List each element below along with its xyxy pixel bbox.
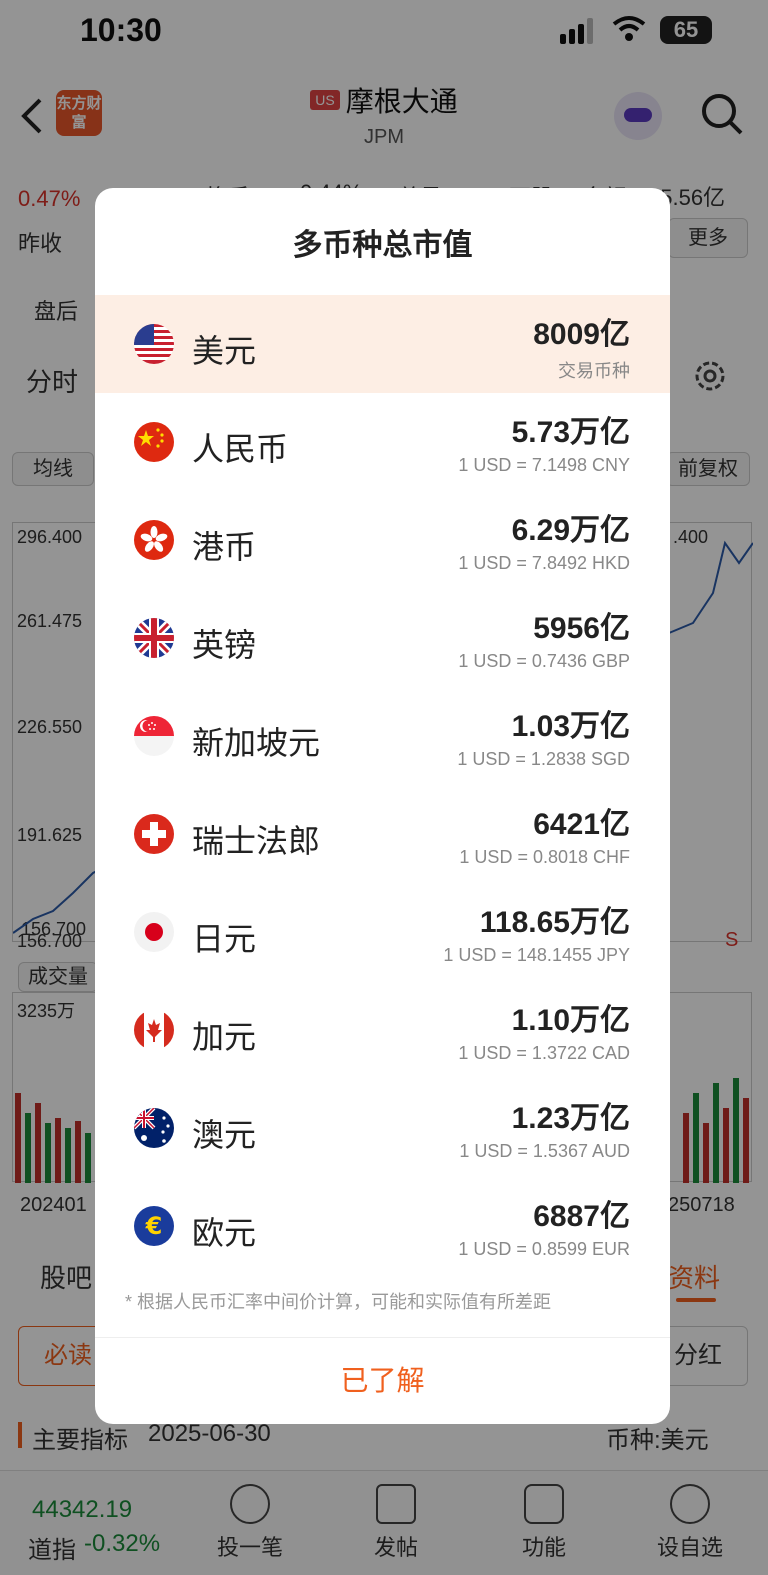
currency-name: 美元	[192, 333, 257, 369]
app-screen: 10:30 65 东方财富 US摩根大通 JPM 0.47% 换手 0.44% …	[0, 0, 768, 1575]
currency-row-cad: 加元 1.10万亿 1 USD = 1.3722 CAD	[95, 981, 670, 1079]
market-cap-value: 8009亿	[533, 318, 630, 351]
market-cap-value: 5956亿	[533, 612, 630, 645]
hk-flag-icon	[134, 520, 174, 560]
currency-name: 瑞士法郎	[192, 823, 321, 859]
exchange-rate: 1 USD = 0.8018 CHF	[459, 847, 630, 867]
currency-name: 澳元	[192, 1117, 257, 1153]
exchange-rate: 1 USD = 1.5367 AUD	[459, 1141, 630, 1161]
exchange-rate: 1 USD = 0.7436 GBP	[458, 651, 630, 671]
market-cap-value: 1.03万亿	[511, 710, 630, 743]
currency-row-sgd: 新加坡元 1.03万亿 1 USD = 1.2838 SGD	[95, 687, 670, 785]
exchange-rate: 1 USD = 7.1498 CNY	[458, 455, 630, 475]
currency-row-chf: 瑞士法郎 6421亿 1 USD = 0.8018 CHF	[95, 785, 670, 883]
currency-name: 人民币	[192, 431, 289, 467]
exchange-rate: 交易币种	[558, 361, 630, 381]
market-cap-value: 6421亿	[533, 808, 630, 841]
currency-row-cny: 人民币 5.73万亿 1 USD = 7.1498 CNY	[95, 393, 670, 491]
svg-text:€: €	[145, 1212, 163, 1240]
currency-name: 港币	[192, 529, 257, 565]
market-cap-value: 1.10万亿	[511, 1004, 630, 1037]
currency-name: 英镑	[192, 627, 257, 663]
jp-flag-icon	[134, 912, 174, 952]
gb-flag-icon	[134, 618, 174, 658]
currency-name: 新加坡元	[192, 725, 321, 761]
currency-row-jpy: 日元 118.65万亿 1 USD = 148.1455 JPY	[95, 883, 670, 981]
ca-flag-icon	[134, 1010, 174, 1050]
currency-name: 加元	[192, 1019, 257, 1055]
currency-name: 日元	[192, 921, 257, 957]
cn-flag-icon	[134, 422, 174, 462]
exchange-rate: 1 USD = 7.8492 HKD	[458, 553, 630, 573]
exchange-rate: 1 USD = 148.1455 JPY	[443, 945, 630, 965]
market-cap-value: 6.29万亿	[511, 514, 630, 547]
currency-row-eur: € 欧元 6887亿 1 USD = 0.8599 EUR	[95, 1177, 670, 1275]
currency-row-hkd: 港币 6.29万亿 1 USD = 7.8492 HKD	[95, 491, 670, 589]
eu-flag-icon: €	[134, 1206, 174, 1246]
ch-flag-icon	[134, 814, 174, 854]
exchange-rate: 1 USD = 1.2838 SGD	[457, 749, 630, 769]
market-cap-value: 118.65万亿	[479, 906, 630, 939]
exchange-rate: 1 USD = 0.8599 EUR	[458, 1239, 630, 1259]
footnote: * 根据人民币汇率中间价计算，可能和实际值有所差距	[125, 1292, 552, 1312]
au-flag-icon	[134, 1108, 174, 1148]
market-cap-value: 6887亿	[533, 1200, 630, 1233]
dialog-title: 多币种总市值	[292, 229, 473, 262]
sg-flag-icon	[134, 716, 174, 756]
market-cap-value: 1.23万亿	[511, 1102, 630, 1135]
currency-market-cap-dialog: 多币种总市值 美元 8009亿 交易币种 人民币 5.73万亿 1 USD = …	[95, 188, 670, 1424]
currency-name: 欧元	[192, 1215, 257, 1251]
market-cap-value: 5.73万亿	[511, 416, 630, 449]
currency-row-usd: 美元 8009亿 交易币种	[95, 295, 670, 393]
acknowledge-button[interactable]: 已了解	[95, 1338, 670, 1424]
us-flag-icon	[134, 324, 174, 364]
currency-row-aud: 澳元 1.23万亿 1 USD = 1.5367 AUD	[95, 1079, 670, 1177]
exchange-rate: 1 USD = 1.3722 CAD	[458, 1043, 630, 1063]
currency-row-gbp: 英镑 5956亿 1 USD = 0.7436 GBP	[95, 589, 670, 687]
